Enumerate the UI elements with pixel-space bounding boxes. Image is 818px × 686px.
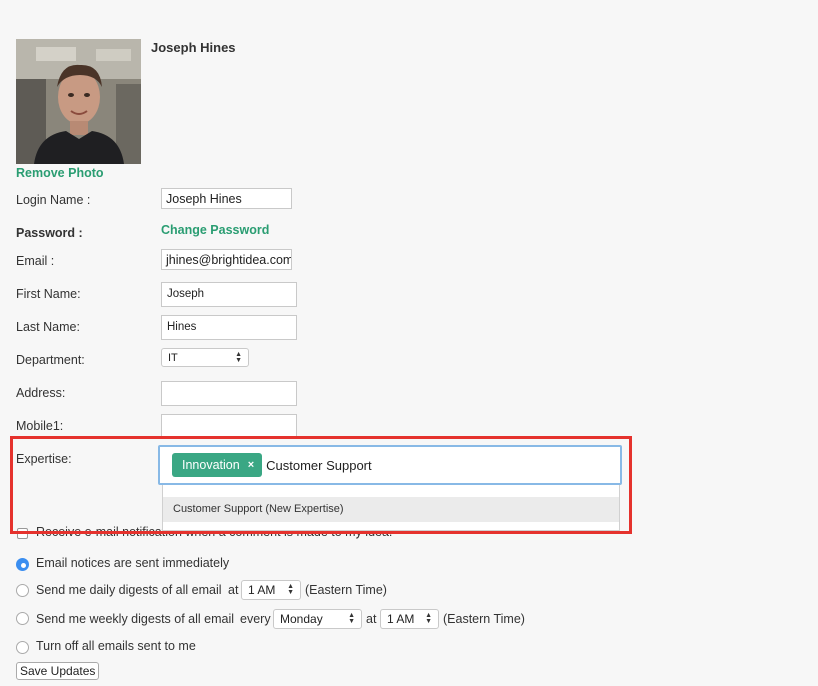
address-field[interactable]: [161, 381, 297, 406]
save-updates-button[interactable]: Save Updates: [16, 662, 100, 680]
department-value: IT: [168, 351, 178, 364]
radio-weekly[interactable]: [16, 612, 29, 625]
department-select[interactable]: IT ▲ ▼: [161, 348, 249, 367]
daily-timezone-label: (Eastern Time): [305, 583, 387, 597]
select-arrows-icon: ▲ ▼: [235, 350, 242, 364]
department-label: Department:: [16, 353, 85, 367]
tag-remove-icon[interactable]: ×: [248, 459, 254, 471]
daily-time-value: 1 AM: [248, 583, 276, 597]
weekly-time-value: 1 AM: [387, 612, 415, 626]
emails-off-label: Turn off all emails sent to me: [36, 639, 196, 653]
select-arrows-icon: ▲ ▼: [287, 583, 294, 596]
immediately-label: Email notices are sent immediately: [36, 556, 230, 570]
expertise-label: Expertise:: [16, 452, 72, 466]
avatar: [16, 39, 141, 164]
expertise-suggestions: Customer Support (New Expertise): [162, 485, 620, 531]
email-label: Email :: [16, 254, 55, 268]
address-label: Address:: [16, 386, 66, 400]
expertise-tag: Innovation ×: [172, 453, 263, 477]
expertise-typed-text[interactable]: Customer Support: [266, 458, 372, 473]
first-name-field[interactable]: Joseph: [161, 282, 297, 307]
radio-daily[interactable]: [16, 584, 29, 597]
profile-photo: [16, 39, 141, 164]
weekly-every-label: every: [240, 612, 271, 626]
mobile-label: Mobile1:: [16, 419, 64, 433]
daily-time-select[interactable]: 1 AM ▲ ▼: [241, 580, 301, 600]
expertise-tag-label: Innovation: [182, 458, 240, 472]
mobile-field[interactable]: [161, 414, 297, 438]
radio-off[interactable]: [16, 641, 29, 654]
weekly-day-value: Monday: [280, 612, 323, 626]
expertise-suggestion-item[interactable]: Customer Support (New Expertise): [163, 497, 619, 522]
profile-name: Joseph Hines: [151, 40, 236, 55]
select-arrows-icon: ▲ ▼: [348, 612, 355, 625]
last-name-label: Last Name:: [16, 320, 80, 334]
weekly-label: Send me weekly digests of all email: [36, 612, 235, 626]
password-label: Password :: [16, 226, 83, 240]
last-name-field[interactable]: Hines: [161, 315, 297, 340]
weekly-time-select[interactable]: 1 AM ▲ ▼: [380, 609, 439, 629]
login-name-field[interactable]: Joseph Hines: [161, 188, 292, 209]
daily-at-label: at: [228, 583, 239, 597]
remove-photo-link[interactable]: Remove Photo: [16, 166, 104, 180]
select-arrows-icon: ▲ ▼: [425, 612, 432, 625]
change-password-link[interactable]: Change Password: [161, 223, 269, 237]
radio-immediately[interactable]: [16, 558, 29, 571]
weekly-timezone-label: (Eastern Time): [443, 612, 525, 626]
expertise-input[interactable]: Innovation × Customer Support: [158, 445, 622, 485]
email-field[interactable]: jhines@brightidea.com: [161, 249, 292, 270]
first-name-label: First Name:: [16, 287, 81, 301]
weekly-day-select[interactable]: Monday ▲ ▼: [273, 609, 362, 629]
weekly-at-label: at: [366, 612, 377, 626]
receive-notification-checkbox[interactable]: [17, 528, 28, 539]
daily-label: Send me daily digests of all email: [36, 583, 222, 597]
login-name-label: Login Name :: [16, 193, 91, 207]
